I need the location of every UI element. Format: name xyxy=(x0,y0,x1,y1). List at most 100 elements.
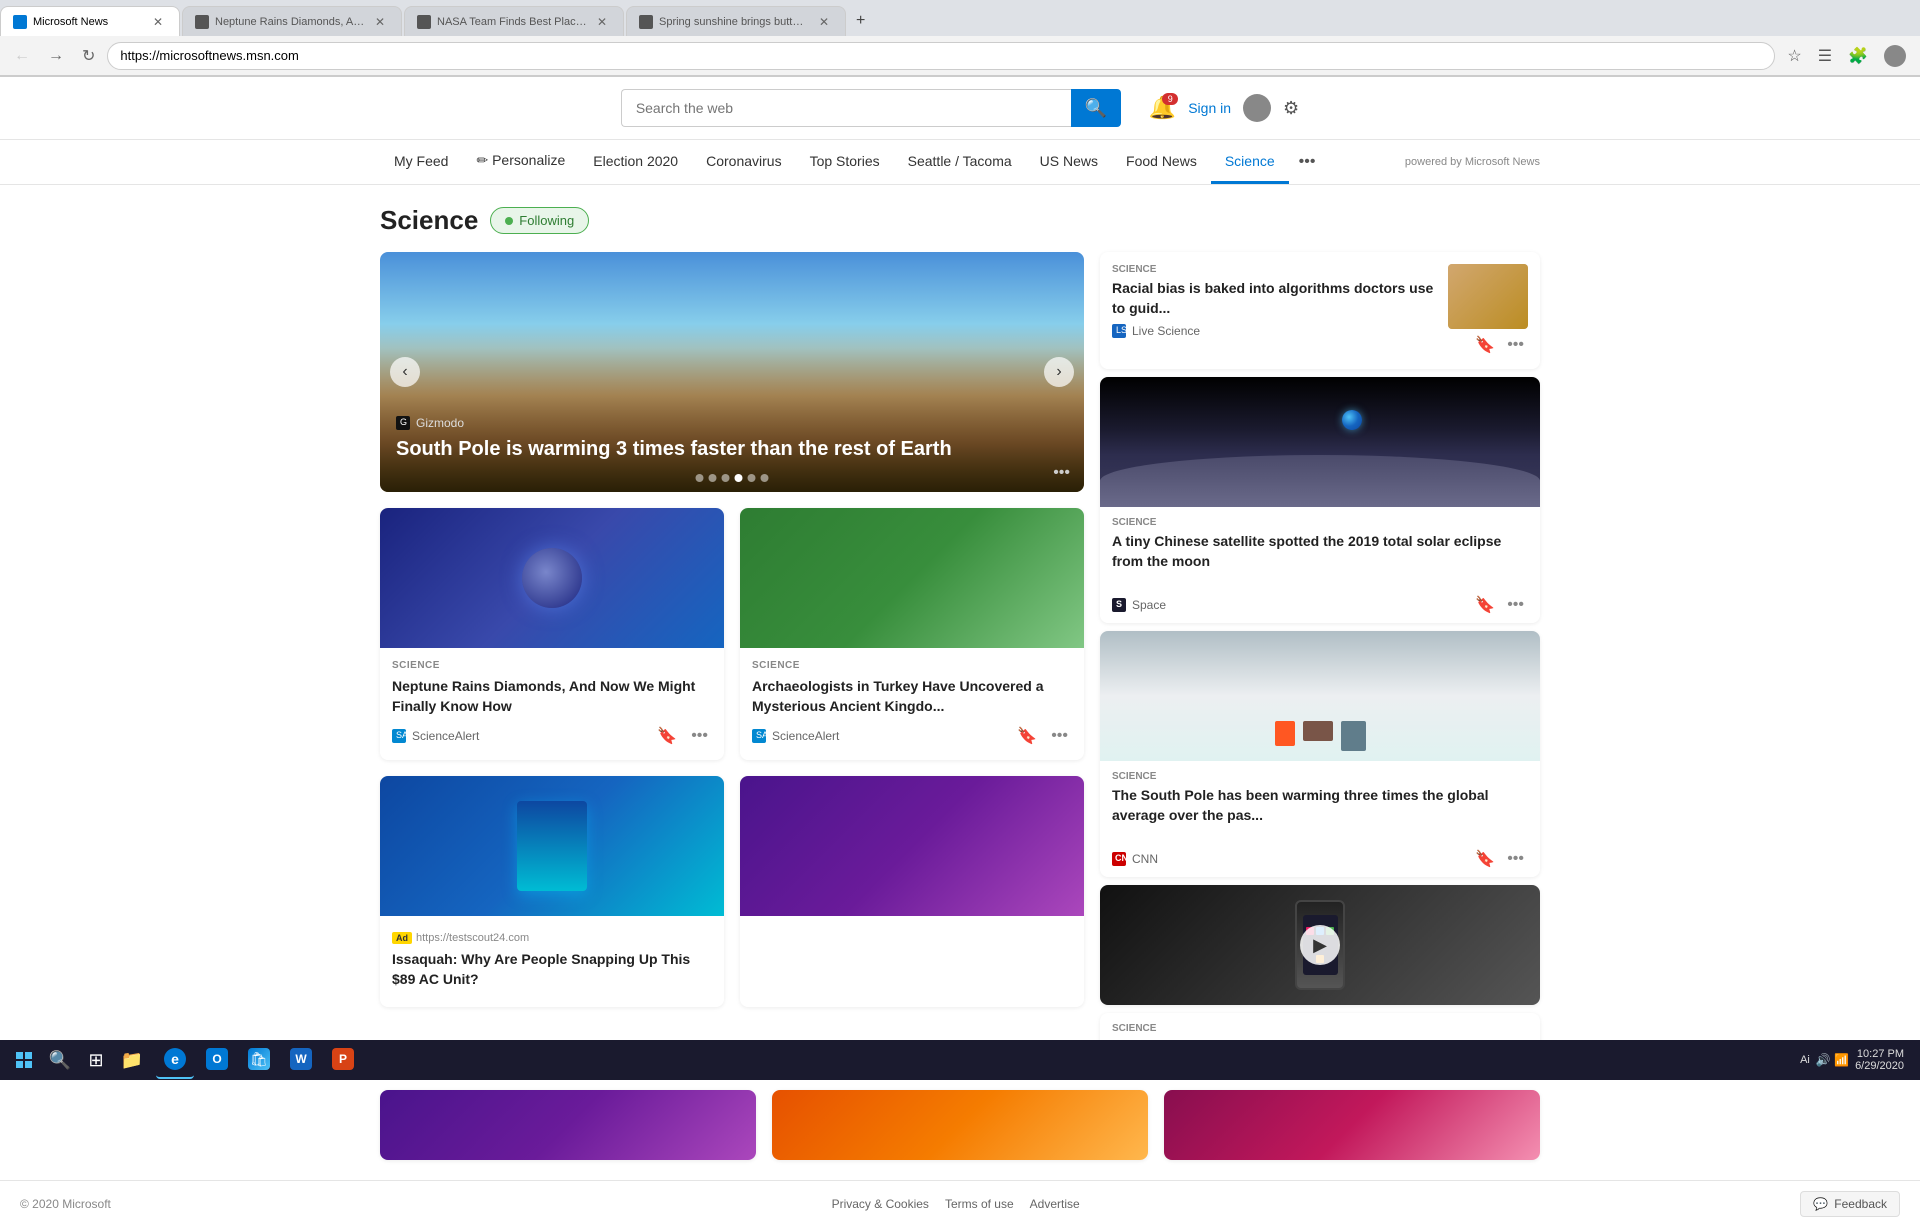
nav-item-food-news[interactable]: Food News xyxy=(1112,141,1211,184)
signin-button[interactable]: Sign in xyxy=(1188,100,1231,116)
hero-more-button[interactable]: ••• xyxy=(1053,464,1070,482)
tab-2[interactable]: Neptune Rains Diamonds, And... ✕ xyxy=(182,6,402,36)
settings-button[interactable]: ⚙ xyxy=(1283,98,1299,119)
extensions-icon[interactable]: 🧩 xyxy=(1842,42,1874,70)
bottom-card-3[interactable] xyxy=(1164,1090,1540,1160)
turkey-more-button[interactable]: ••• xyxy=(1047,724,1072,748)
video-card[interactable]: ▶ xyxy=(1100,885,1540,1005)
collections-icon[interactable]: ☰ xyxy=(1812,42,1838,70)
search-button[interactable]: 🔍 xyxy=(1071,89,1121,127)
powerpoint-taskbar-icon[interactable]: P xyxy=(324,1041,362,1079)
chinese-satellite-source: S Space xyxy=(1112,598,1166,612)
neptune-more-button[interactable]: ••• xyxy=(687,724,712,748)
extra-card[interactable] xyxy=(740,776,1084,1007)
favorites-icon[interactable]: ☆ xyxy=(1781,42,1807,70)
tab-4[interactable]: Spring sunshine brings butterfl... ✕ xyxy=(626,6,846,36)
tab-close-4[interactable]: ✕ xyxy=(815,13,833,31)
following-badge[interactable]: Following xyxy=(490,207,589,234)
feedback-button[interactable]: 💬 Feedback xyxy=(1800,1191,1900,1217)
chinese-satellite-article[interactable]: SCIENCE A tiny Chinese satellite spotted… xyxy=(1100,377,1540,623)
turkey-bookmark-button[interactable]: 🔖 xyxy=(1013,724,1041,748)
hero-next-button[interactable]: › xyxy=(1044,357,1074,387)
turkey-card-footer: SA ScienceAlert 🔖 ••• xyxy=(752,724,1072,748)
nav-item-seattle-tacoma[interactable]: Seattle / Tacoma xyxy=(894,141,1026,184)
south-pole-actions: 🔖 ••• xyxy=(1471,847,1528,871)
nav-item-top-stories[interactable]: Top Stories xyxy=(796,141,894,184)
task-view-button[interactable]: ⊞ xyxy=(80,1044,112,1076)
south-pole-bookmark[interactable]: 🔖 xyxy=(1471,847,1499,871)
refresh-button[interactable]: ↻ xyxy=(76,42,101,70)
nav-more-button[interactable]: ••• xyxy=(1289,141,1326,183)
header-actions: 🔔 9 Sign in ⚙ xyxy=(1149,94,1299,122)
hero-prev-button[interactable]: ‹ xyxy=(390,357,420,387)
south-pole-more[interactable]: ••• xyxy=(1503,847,1528,871)
bottom-card-2[interactable] xyxy=(772,1090,1148,1160)
chinese-satellite-more[interactable]: ••• xyxy=(1503,593,1528,617)
nav-item-coronavirus[interactable]: Coronavirus xyxy=(692,141,795,184)
racial-bias-title: Racial bias is baked into algorithms doc… xyxy=(1112,279,1438,318)
windows-icon xyxy=(16,1052,32,1068)
right-column: SCIENCE Racial bias is baked into algori… xyxy=(1100,252,1540,1074)
notifications-button[interactable]: 🔔 9 xyxy=(1149,95,1176,121)
neptune-card-tag: SCIENCE xyxy=(392,660,712,671)
racial-bias-bookmark[interactable]: 🔖 xyxy=(1471,333,1499,357)
chinese-satellite-body: SCIENCE A tiny Chinese satellite spotted… xyxy=(1100,507,1540,587)
extra-card-image xyxy=(740,776,1084,916)
advertise-link[interactable]: Advertise xyxy=(1030,1197,1080,1211)
search-input[interactable] xyxy=(621,89,1071,127)
profile-icon[interactable] xyxy=(1243,94,1271,122)
neptune-bookmark-button[interactable]: 🔖 xyxy=(653,724,681,748)
racial-bias-actions: 🔖 ••• xyxy=(1471,333,1528,357)
tab-favicon-3 xyxy=(417,15,431,29)
edge-taskbar-icon[interactable]: e xyxy=(156,1041,194,1079)
tab-1[interactable]: Microsoft News ✕ xyxy=(0,6,180,36)
search-taskbar-button[interactable]: 🔍 xyxy=(44,1044,76,1076)
ad-source-url: https://testscout24.com xyxy=(416,932,529,944)
word-taskbar-icon[interactable]: W xyxy=(282,1041,320,1079)
bottom-card-1[interactable] xyxy=(380,1090,756,1160)
msn-footer: © 2020 Microsoft Privacy & Cookies Terms… xyxy=(0,1180,1920,1227)
back-button[interactable]: ← xyxy=(8,43,36,69)
south-pole-body: SCIENCE The South Pole has been warming … xyxy=(1100,761,1540,841)
hero-dots xyxy=(696,474,769,482)
neptune-card-image xyxy=(380,508,724,648)
feedback-label: Feedback xyxy=(1834,1197,1887,1211)
toolbar-icons: ☆ ☰ 🧩 xyxy=(1781,41,1912,71)
ai-label: Ai xyxy=(1800,1054,1810,1066)
nav-item-personalize[interactable]: ✏ Personalize xyxy=(462,140,579,184)
privacy-link[interactable]: Privacy & Cookies xyxy=(832,1197,929,1211)
tab-close-3[interactable]: ✕ xyxy=(593,13,611,31)
taskbar: 🔍 ⊞ 📁 e O 🛍 W P Ai 🔊 📶 10:27 PM 6/29/202… xyxy=(0,1040,1920,1080)
store-taskbar-icon[interactable]: 🛍 xyxy=(240,1041,278,1079)
terms-link[interactable]: Terms of use xyxy=(945,1197,1014,1211)
start-button[interactable] xyxy=(8,1044,40,1076)
hero-card[interactable]: ‹ › G Gizmodo South Pole is warming 3 ti… xyxy=(380,252,1084,492)
tab-close-1[interactable]: ✕ xyxy=(149,13,167,31)
footer-copyright: © 2020 Microsoft xyxy=(20,1197,111,1211)
nav-item-election-2020[interactable]: Election 2020 xyxy=(579,141,692,184)
taskbar-time: 10:27 PM 6/29/2020 xyxy=(1855,1048,1904,1072)
nav-item-my-feed[interactable]: My Feed xyxy=(380,141,462,184)
racial-bias-more[interactable]: ••• xyxy=(1503,333,1528,357)
tab-3[interactable]: NASA Team Finds Best Place Fo... ✕ xyxy=(404,6,624,36)
video-play-button[interactable]: ▶ xyxy=(1300,925,1340,965)
nav-item-science[interactable]: Science xyxy=(1211,141,1289,184)
nav-item-us-news[interactable]: US News xyxy=(1026,141,1112,184)
tab-close-2[interactable]: ✕ xyxy=(371,13,389,31)
turkey-card-title: Archaeologists in Turkey Have Uncovered … xyxy=(752,677,1072,716)
hero-source: G Gizmodo xyxy=(396,416,1068,430)
forward-button[interactable]: → xyxy=(42,43,70,69)
outlook-taskbar-icon[interactable]: O xyxy=(198,1041,236,1079)
file-explorer-button[interactable]: 📁 xyxy=(116,1044,148,1076)
chinese-satellite-footer: S Space 🔖 ••• xyxy=(1100,587,1540,623)
racial-bias-article[interactable]: SCIENCE Racial bias is baked into algori… xyxy=(1100,252,1540,369)
south-pole-article[interactable]: SCIENCE The South Pole has been warming … xyxy=(1100,631,1540,877)
profile-button[interactable] xyxy=(1878,41,1912,71)
south-pole-source-label: CNN xyxy=(1132,852,1158,866)
turkey-card[interactable]: SCIENCE Archaeologists in Turkey Have Un… xyxy=(740,508,1084,760)
neptune-card[interactable]: SCIENCE Neptune Rains Diamonds, And Now … xyxy=(380,508,724,760)
chinese-satellite-bookmark[interactable]: 🔖 xyxy=(1471,593,1499,617)
new-tab-button[interactable]: + xyxy=(848,6,873,36)
address-input[interactable] xyxy=(107,42,1775,70)
ac-ad-card[interactable]: Ad https://testscout24.com Issaquah: Why… xyxy=(380,776,724,1007)
